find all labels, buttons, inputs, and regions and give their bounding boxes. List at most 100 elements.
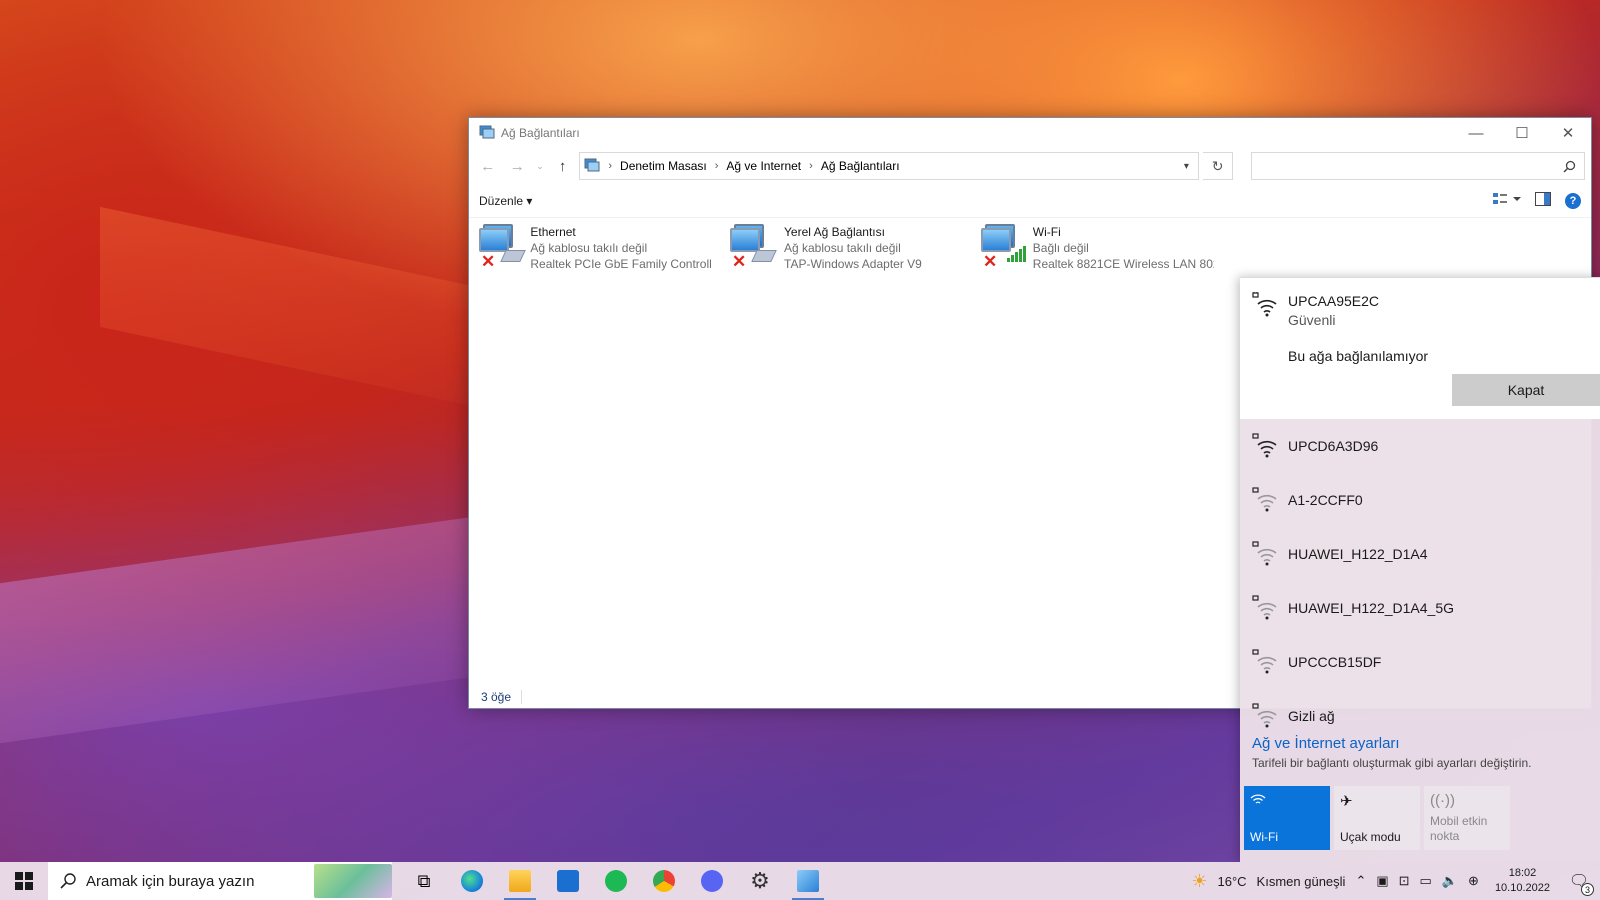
connection-status: Ağ kablosu takılı değil [530, 241, 648, 255]
breadcrumb-item[interactable]: Ağ ve Internet [726, 159, 801, 173]
weather-icon[interactable]: ☀ [1191, 871, 1207, 892]
breadcrumb-item[interactable]: Denetim Masası [620, 159, 707, 173]
wifi-toggle-label: Wi-Fi [1250, 830, 1278, 844]
breadcrumb-separator-icon[interactable]: › [715, 160, 719, 172]
address-dropdown-icon[interactable]: ▾ [1174, 161, 1198, 172]
control-panel-button[interactable] [784, 862, 832, 900]
refresh-icon[interactable]: ↻ [1203, 152, 1233, 180]
weather-description[interactable]: Kısmen güneşli [1257, 874, 1346, 889]
discord-icon [701, 870, 723, 892]
organize-label: Düzenle [479, 193, 524, 208]
selected-network[interactable]: UPCAA95E2C Güvenli Bu ağa bağlanılamıyor… [1240, 277, 1600, 419]
secured-wifi-weak-icon [1252, 595, 1277, 621]
network-security: Güvenli [1288, 312, 1336, 328]
chrome-button[interactable] [640, 862, 688, 900]
taskbar-search-box[interactable]: Aramak için buraya yazın [48, 862, 392, 900]
connection-status: Ağ kablosu takılı değil [784, 241, 901, 255]
connection-item-wifi[interactable]: ✕ Wi-Fi Bağlı değil Realtek 8821CE Wirel… [981, 224, 1214, 272]
breadcrumb[interactable]: › Denetim Masası › Ağ ve Internet › Ağ B… [579, 152, 1200, 180]
folder-icon [509, 870, 531, 892]
breadcrumb-item[interactable]: Ağ Bağlantıları [821, 159, 900, 173]
hotspot-icon: ((·)) [1430, 792, 1455, 809]
windows-logo-icon [15, 872, 33, 890]
spotify-button[interactable] [592, 862, 640, 900]
organize-menu[interactable]: Düzenle ▾ [479, 194, 532, 208]
secured-wifi-weak-icon [1252, 487, 1277, 513]
quick-actions: Wi-Fi ✈ Uçak modu ((·)) Mobil etkin nokt… [1244, 786, 1510, 850]
pinned-apps: ⧉ ⚙ [400, 862, 832, 900]
connection-device: Realtek PCIe GbE Family Controller [530, 257, 712, 271]
connection-item-local-area[interactable]: ✕ Yerel Ağ Bağlantısı Ağ kablosu takılı … [730, 224, 963, 272]
connection-name: Wi-Fi [1032, 225, 1061, 239]
edge-button[interactable] [448, 862, 496, 900]
breadcrumb-separator-icon[interactable]: › [809, 160, 813, 172]
network-list-item[interactable]: A1-2CCFF0 [1252, 473, 1588, 527]
gear-icon: ⚙ [750, 868, 770, 893]
preview-pane-icon[interactable] [1535, 192, 1551, 209]
clock[interactable]: 18:02 10.10.2022 [1489, 866, 1556, 896]
control-panel-icon [797, 870, 819, 892]
airplane-mode-toggle[interactable]: ✈ Uçak modu [1334, 786, 1420, 850]
chrome-icon [653, 870, 675, 892]
mobile-hotspot-toggle[interactable]: ((·)) Mobil etkin nokta [1424, 786, 1510, 850]
hotspot-label-line2: nokta [1430, 829, 1460, 843]
airplane-mode-label: Uçak modu [1340, 830, 1401, 844]
meet-now-icon[interactable]: ▣ [1376, 873, 1388, 889]
search-input[interactable] [1250, 152, 1585, 180]
task-view-icon: ⧉ [417, 870, 431, 891]
connection-error-message: Bu ağa bağlanılamıyor [1288, 348, 1429, 364]
up-arrow-icon[interactable]: ↑ [550, 153, 576, 179]
close-button[interactable]: ✕ [1545, 118, 1591, 148]
battery-icon[interactable]: ▭ [1420, 873, 1432, 889]
file-explorer-button[interactable] [496, 862, 544, 900]
display-icon[interactable]: ⊡ [1399, 873, 1410, 889]
connection-device: TAP-Windows Adapter V9 [784, 257, 922, 271]
volume-icon[interactable]: 🔈 [1442, 873, 1458, 889]
help-icon[interactable]: ? [1565, 192, 1581, 209]
globe-icon[interactable]: ⊕ [1468, 873, 1479, 889]
network-folder-icon [479, 124, 495, 143]
view-options-icon[interactable] [1493, 192, 1521, 209]
edge-icon [461, 870, 483, 892]
network-list-item[interactable]: HUAWEI_H122_D1A4 [1252, 527, 1588, 581]
system-tray: ☀ 16°C Kısmen güneşli ⌃ ▣ ⊡ ▭ 🔈 ⊕ 18:02 … [1191, 866, 1600, 896]
item-count: 3 öğe [481, 690, 523, 704]
network-list: UPCD6A3D96 A1-2CCFF0 HUAWEI_H122_D1A4 HU… [1240, 419, 1600, 743]
network-flyout: UPCAA95E2C Güvenli Bu ağa bağlanılamıyor… [1240, 277, 1600, 862]
start-button[interactable] [0, 862, 48, 900]
network-ssid: UPCCCB15DF [1288, 654, 1382, 670]
settings-button[interactable]: ⚙ [736, 862, 784, 900]
discord-button[interactable] [688, 862, 736, 900]
wifi-toggle[interactable]: Wi-Fi [1244, 786, 1330, 850]
minimize-button[interactable]: — [1453, 118, 1499, 148]
command-bar: Düzenle ▾ ? [469, 184, 1591, 218]
maximize-button[interactable]: ☐ [1499, 118, 1545, 148]
search-highlight-image [314, 864, 392, 898]
network-list-item[interactable]: UPCCCB15DF [1252, 635, 1588, 689]
breadcrumb-separator-icon[interactable]: › [608, 160, 612, 172]
search-icon [60, 873, 76, 889]
chevron-up-icon[interactable]: ⌃ [1355, 873, 1366, 889]
task-view-button[interactable]: ⧉ [400, 862, 448, 900]
connection-name: Ethernet [530, 225, 576, 239]
network-settings-description: Tarifeli bir bağlantı oluşturmak gibi ay… [1252, 756, 1532, 770]
weather-temperature[interactable]: 16°C [1218, 874, 1247, 889]
spotify-icon [605, 870, 627, 892]
close-network-button[interactable]: Kapat [1452, 374, 1600, 406]
network-ssid: HUAWEI_H122_D1A4_5G [1288, 600, 1455, 616]
back-arrow-icon[interactable]: ← [475, 153, 501, 179]
connection-name: Yerel Ağ Bağlantısı [784, 225, 885, 239]
connections-list: ✕ Ethernet Ağ kablosu takılı değil Realt… [469, 218, 1591, 272]
network-ssid: UPCAA95E2C [1288, 293, 1380, 309]
secured-wifi-weak-icon [1252, 541, 1277, 567]
network-list-item[interactable]: UPCD6A3D96 [1252, 419, 1588, 473]
network-list-item[interactable]: HUAWEI_H122_D1A4_5G [1252, 581, 1588, 635]
connection-item-ethernet[interactable]: ✕ Ethernet Ağ kablosu takılı değil Realt… [479, 224, 712, 272]
notification-center-button[interactable]: 🗨 3 [1566, 868, 1594, 896]
wifi-icon [1250, 792, 1324, 810]
store-button[interactable] [544, 862, 592, 900]
forward-arrow-icon[interactable]: → [505, 153, 531, 179]
ethernet-disconnected-icon: ✕ [730, 224, 778, 271]
network-settings-link[interactable]: Ağ ve İnternet ayarları [1252, 733, 1588, 755]
recent-chevron-icon[interactable]: ⌄ [534, 153, 546, 179]
